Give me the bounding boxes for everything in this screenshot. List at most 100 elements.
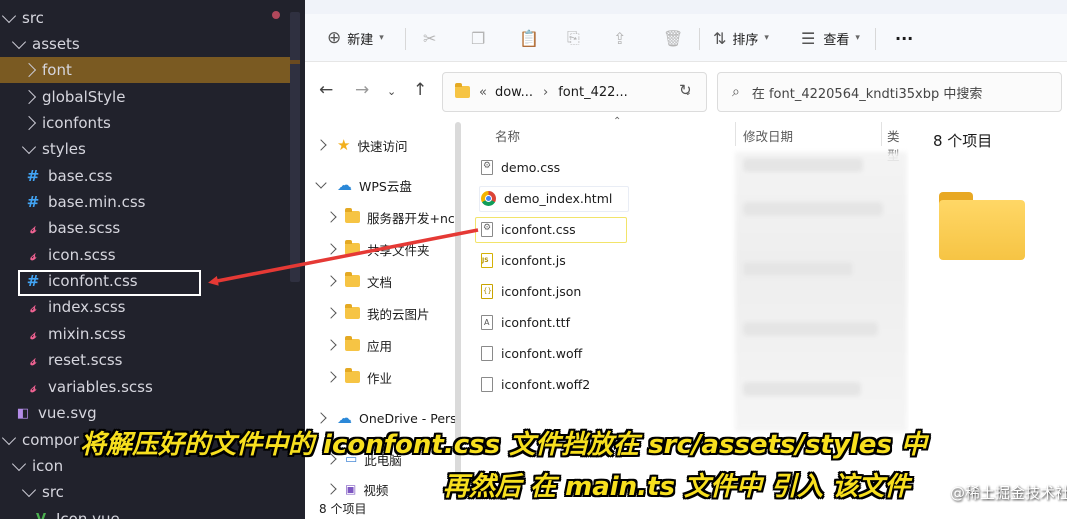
nav-item-label: 共享文件夹 xyxy=(367,242,430,258)
toolbar-divider xyxy=(405,28,406,50)
chevron-right-icon[interactable] xyxy=(325,483,337,495)
column-divider[interactable] xyxy=(735,122,736,146)
explorer-scrollbar[interactable] xyxy=(290,12,300,282)
tree-item[interactable]: V Icon.vue xyxy=(0,506,290,519)
chevron-right-icon[interactable] xyxy=(325,307,337,319)
cut-button[interactable]: ✂ xyxy=(423,24,436,52)
plus-circle-icon: ⊕ xyxy=(327,28,342,48)
tree-item-label: src xyxy=(22,9,44,27)
chevron-right-icon[interactable] xyxy=(325,371,337,383)
rename-button[interactable]: ⎘ xyxy=(567,24,580,52)
tree-item-label: iconfonts xyxy=(42,114,111,132)
nav-item[interactable]: 应用 xyxy=(305,332,392,358)
file-row[interactable]: iconfont.woff xyxy=(481,340,582,366)
svg-file-icon: ◧ xyxy=(16,405,30,421)
nav-item[interactable]: 作业 xyxy=(305,364,392,390)
back-arrow-icon[interactable]: ← xyxy=(319,80,333,100)
file-row[interactable]: demo_index.html xyxy=(481,185,612,211)
css-file-icon: # xyxy=(26,193,40,211)
share-button[interactable]: ⇪ xyxy=(613,24,626,52)
chevron-right-icon[interactable] xyxy=(325,275,337,287)
cloud-icon: ☁ xyxy=(337,176,352,194)
column-header-modified[interactable]: 修改日期 xyxy=(743,126,793,145)
scss-file-icon: 𝓈 xyxy=(30,325,36,343)
file-row[interactable]: iconfont.json xyxy=(481,278,581,304)
blurred-date xyxy=(743,382,861,396)
nav-item[interactable]: ★ 快速访问 xyxy=(305,132,407,158)
nav-item[interactable]: 共享文件夹 xyxy=(305,236,430,262)
details-item-count: 8 个项目 xyxy=(933,132,993,150)
folder-icon xyxy=(345,336,360,351)
tree-item[interactable]: 𝓈 base.scss xyxy=(0,215,290,241)
folder-icon xyxy=(345,304,360,319)
search-input[interactable]: ⌕ 在 font_4220564_kndti35xbp 中搜索 xyxy=(717,72,1062,112)
caption-line-2: 再然后 在 main.ts 文件中 引入 该文件 xyxy=(443,472,911,502)
file-row[interactable]: iconfont.ttf xyxy=(481,309,570,335)
tree-item-label: compor xyxy=(22,431,79,449)
file-name: demo.css xyxy=(501,159,561,175)
tree-item[interactable]: 𝓈 icon.scss xyxy=(0,242,290,268)
chevron-right-icon[interactable] xyxy=(325,211,337,223)
more-options-button[interactable]: ··· xyxy=(895,24,913,52)
nav-item[interactable]: 我的云图片 xyxy=(305,300,430,326)
search-placeholder: 在 font_4220564_kndti35xbp 中搜索 xyxy=(751,86,983,102)
tree-item[interactable]: # base.css xyxy=(0,163,290,189)
column-divider[interactable] xyxy=(881,122,882,146)
nav-item-label: 文档 xyxy=(367,274,393,290)
address-bar[interactable]: « dow... › font_422... ⌄ xyxy=(442,72,707,112)
tree-item[interactable]: globalStyle xyxy=(0,84,290,110)
tree-item[interactable]: 𝓈 variables.scss xyxy=(0,374,290,400)
tree-item[interactable]: # base.min.css xyxy=(0,189,290,215)
tree-item[interactable]: font xyxy=(0,57,290,83)
up-arrow-icon[interactable]: ↑ xyxy=(413,80,427,100)
address-bar-row: ← → ⌄ ↑ « dow... › font_422... ⌄ ↻ ⌕ 在 f… xyxy=(305,64,1067,118)
delete-button[interactable]: 🗑 xyxy=(663,24,683,52)
nav-item-label: 视频 xyxy=(363,482,389,498)
copy-button[interactable]: ❐ xyxy=(471,24,485,52)
file-row[interactable]: iconfont.js xyxy=(481,247,566,273)
folder-icon xyxy=(345,368,360,383)
nav-item[interactable]: 服务器开发+nc xyxy=(305,204,455,230)
chevron-right-icon[interactable] xyxy=(325,339,337,351)
new-button[interactable]: ⊕ 新建 ▾ xyxy=(327,24,384,52)
chevron-right-icon[interactable] xyxy=(315,139,327,151)
chevron-right-icon[interactable] xyxy=(325,243,337,255)
chevron-down-icon[interactable] xyxy=(315,177,327,189)
file-name: iconfont.css xyxy=(501,221,576,237)
tree-item[interactable]: 𝓈 reset.scss xyxy=(0,347,290,373)
tree-item[interactable]: assets xyxy=(0,31,290,57)
refresh-icon[interactable]: ↻ xyxy=(679,81,692,99)
tree-item-label: reset.scss xyxy=(48,351,123,369)
file-name: iconfont.ttf xyxy=(501,314,570,330)
blurred-date xyxy=(743,262,853,276)
breadcrumb-overflow[interactable]: « xyxy=(479,85,487,100)
file-row[interactable]: demo.css xyxy=(481,154,560,180)
column-header-name[interactable]: 名称 xyxy=(495,126,520,145)
forward-arrow-icon[interactable]: → xyxy=(355,80,369,100)
chevron-right-icon[interactable] xyxy=(315,412,327,424)
recent-locations-chevron-icon[interactable]: ⌄ xyxy=(387,85,396,98)
tree-item[interactable]: src xyxy=(0,479,290,505)
tree-item[interactable]: src xyxy=(0,5,290,31)
folder-icon xyxy=(345,208,360,223)
tree-item-label: mixin.scss xyxy=(48,325,126,343)
view-button-label: 查看 xyxy=(823,32,850,48)
view-button[interactable]: ☰ 查看 ▾ xyxy=(801,24,860,52)
chevron-down-icon xyxy=(1,8,17,23)
breadcrumb-segment-font-folder[interactable]: font_422... xyxy=(558,85,628,100)
tree-item[interactable]: 𝓈 mixin.scss xyxy=(0,321,290,347)
iconfont-css-highlight-box xyxy=(18,270,201,296)
sort-button[interactable]: ⇅ 排序 ▾ xyxy=(713,24,769,52)
tree-item[interactable]: ◧ vue.svg xyxy=(0,400,290,426)
file-row[interactable]: iconfont.css xyxy=(481,216,576,242)
file-row[interactable]: iconfont.woff2 xyxy=(481,371,590,397)
nav-item[interactable]: 文档 xyxy=(305,268,392,294)
breadcrumb-segment-downloads[interactable]: dow... xyxy=(495,85,533,100)
tree-item[interactable]: iconfonts xyxy=(0,110,290,136)
tree-item[interactable]: 𝓈 index.scss xyxy=(0,294,290,320)
more-options-icon: ··· xyxy=(895,28,914,48)
nav-item[interactable]: ☁ WPS云盘 xyxy=(305,172,412,198)
tree-item[interactable]: styles xyxy=(0,136,290,162)
file-name: iconfont.json xyxy=(501,283,582,299)
paste-button[interactable]: 📋 xyxy=(519,24,539,52)
